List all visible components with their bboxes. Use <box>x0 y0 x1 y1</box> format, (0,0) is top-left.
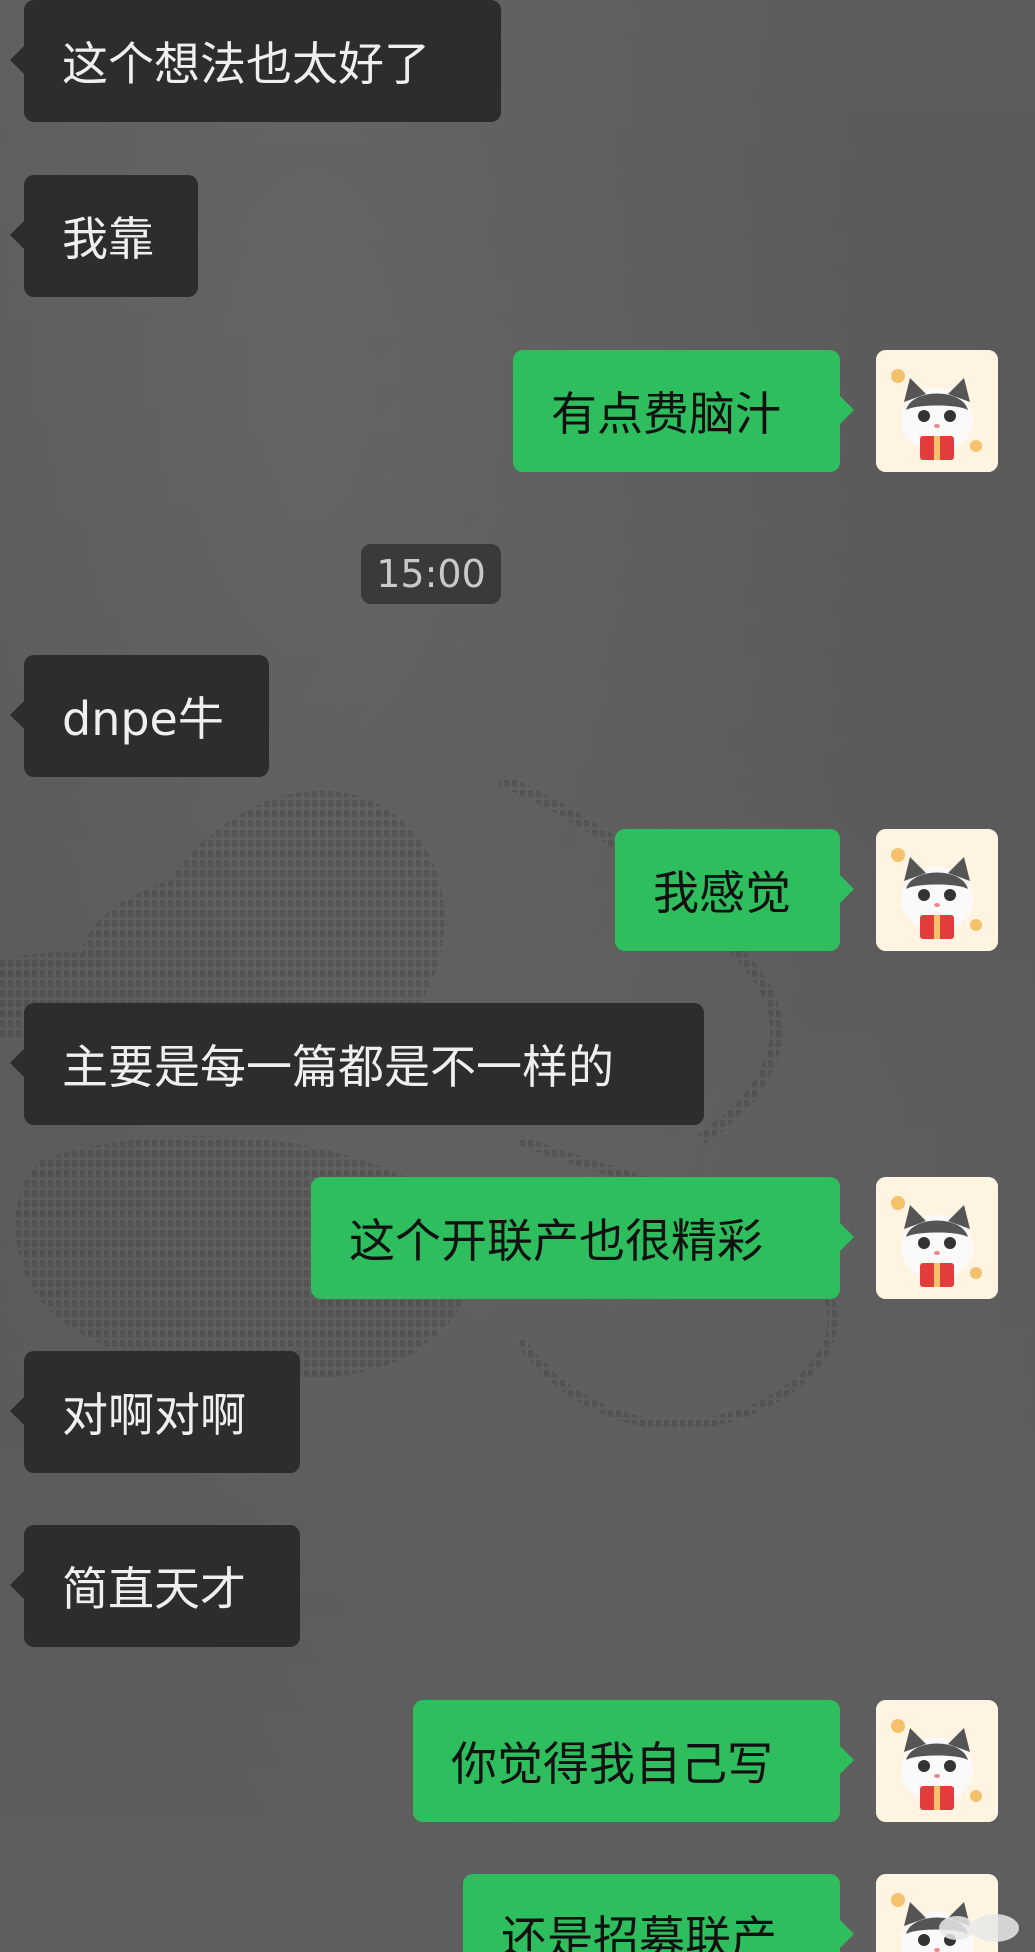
outgoing-message-bubble[interactable]: 你觉得我自己写 <box>413 1700 854 1822</box>
outgoing-message-bubble[interactable]: 还是招募联产 <box>463 1874 854 1952</box>
incoming-message-bubble[interactable]: 我靠 <box>10 175 198 297</box>
incoming-message-bubble[interactable]: 简直天才 <box>10 1525 300 1647</box>
incoming-message: 这个想法也太好了 <box>0 0 520 122</box>
cat-sticker-avatar[interactable] <box>876 1177 998 1299</box>
incoming-message-bubble[interactable]: 主要是每一篇都是不一样的 <box>10 1003 704 1125</box>
time-divider: 15:00 <box>361 544 501 604</box>
incoming-message: dnpe牛 <box>0 655 520 777</box>
incoming-message: 主要是每一篇都是不一样的 <box>0 1003 720 1125</box>
cat-avatar-icon <box>876 829 998 951</box>
outgoing-message-bubble[interactable]: 有点费脑汁 <box>513 350 854 472</box>
incoming-message-bubble[interactable]: 对啊对啊 <box>10 1351 300 1473</box>
incoming-message-bubble[interactable]: dnpe牛 <box>10 655 269 777</box>
incoming-message-bubble[interactable]: 这个想法也太好了 <box>10 0 501 122</box>
outgoing-message: 有点费脑汁 <box>0 350 1035 472</box>
outgoing-message-bubble[interactable]: 我感觉 <box>615 829 854 951</box>
outgoing-message: 这个开联产也很精彩 <box>0 1177 1035 1299</box>
cat-sticker-avatar[interactable] <box>876 350 998 472</box>
cat-sticker-avatar[interactable] <box>876 829 998 951</box>
cat-sticker-avatar[interactable] <box>876 1700 998 1822</box>
cat-avatar-icon <box>876 350 998 472</box>
incoming-message: 对啊对啊 <box>0 1351 520 1473</box>
watermark-logo <box>939 1914 1019 1942</box>
outgoing-message-bubble[interactable]: 这个开联产也很精彩 <box>311 1177 854 1299</box>
cat-avatar-icon <box>876 1700 998 1822</box>
outgoing-message: 你觉得我自己写 <box>0 1700 1035 1822</box>
outgoing-message: 我感觉 <box>0 829 1035 951</box>
chat-message-list[interactable]: 这个想法也太好了 我靠 有点费脑汁 15:00 dnpe牛 我感觉 主要是每一篇… <box>0 0 1035 1952</box>
incoming-message: 我靠 <box>0 175 520 297</box>
outgoing-message: 还是招募联产 <box>0 1874 1035 1952</box>
cat-avatar-icon <box>876 1177 998 1299</box>
incoming-message: 简直天才 <box>0 1525 520 1647</box>
